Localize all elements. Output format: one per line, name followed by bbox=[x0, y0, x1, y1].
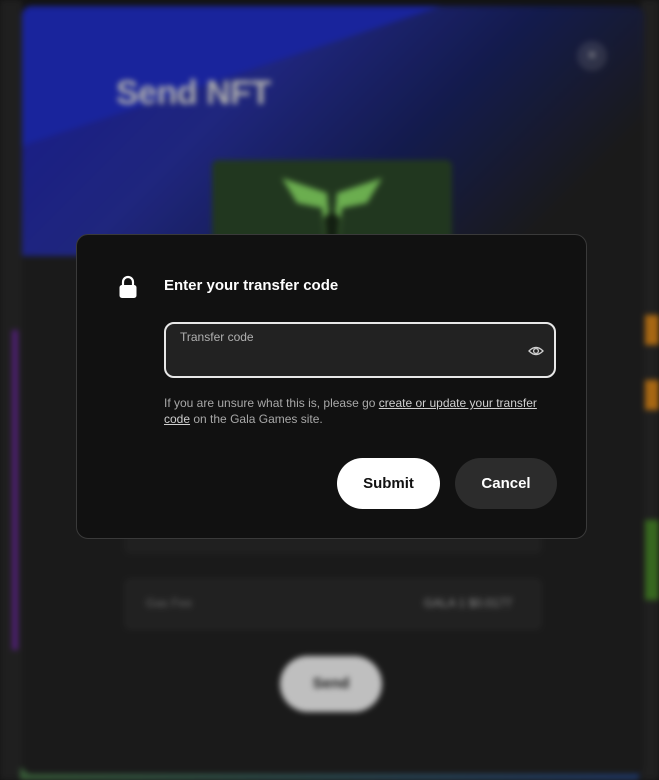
transfer-code-dialog: Enter your transfer code Transfer code I… bbox=[76, 234, 587, 539]
transfer-code-field[interactable]: Transfer code bbox=[164, 322, 556, 378]
help-text: If you are unsure what this is, please g… bbox=[164, 395, 556, 427]
help-text-prefix: If you are unsure what this is, please g… bbox=[164, 396, 379, 410]
help-text-suffix: on the Gala Games site. bbox=[190, 412, 323, 426]
lock-icon bbox=[119, 275, 137, 298]
dialog-title: Enter your transfer code bbox=[164, 277, 339, 294]
transfer-code-input[interactable] bbox=[178, 348, 512, 372]
cancel-button[interactable]: Cancel bbox=[455, 458, 557, 509]
transfer-code-label: Transfer code bbox=[180, 330, 254, 344]
eye-icon[interactable] bbox=[528, 343, 544, 359]
submit-button[interactable]: Submit bbox=[337, 458, 440, 509]
